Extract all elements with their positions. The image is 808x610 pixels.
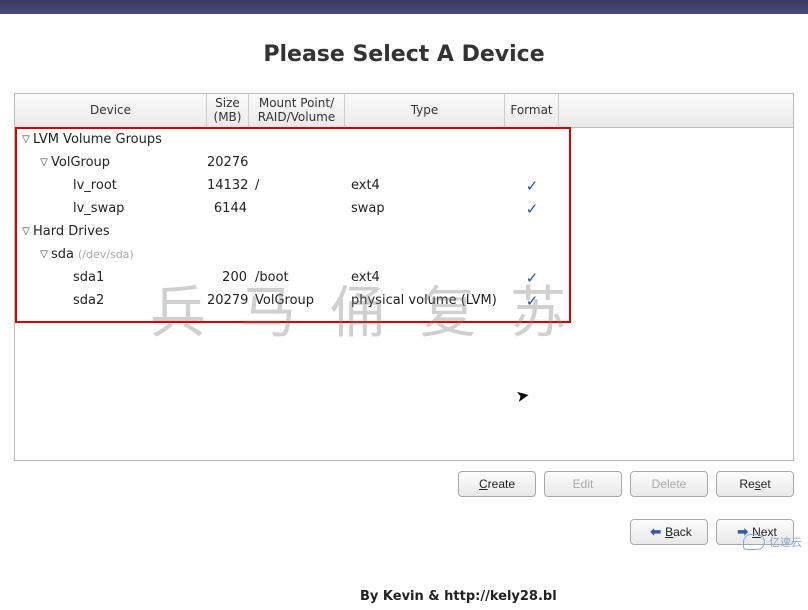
part-name: sda1	[15, 270, 207, 285]
table-header: Device Size (MB) Mount Point/ RAID/Volum…	[15, 94, 793, 128]
expand-icon[interactable]: ▽	[19, 134, 33, 145]
check-icon: ✓	[505, 269, 559, 287]
table-body: ▽LVM Volume Groups ▽VolGroup 20276 lv_ro…	[15, 128, 793, 312]
lv-name: lv_swap	[15, 201, 207, 216]
col-type[interactable]: Type	[345, 94, 505, 127]
credit-text: By Kevin & http://kely28.bl	[360, 589, 557, 604]
action-buttons: Create Edit Delete Reset	[14, 471, 794, 497]
reset-button[interactable]: Reset	[716, 471, 794, 497]
lv-type: ext4	[345, 178, 505, 193]
window-titlebar	[0, 0, 808, 14]
brand-label: 亿速云	[769, 534, 802, 550]
lv-type: swap	[345, 201, 505, 216]
delete-button[interactable]: Delete	[630, 471, 708, 497]
table-row[interactable]: lv_swap 6144 swap ✓	[15, 197, 793, 220]
arrow-left-icon: ⬅	[650, 524, 661, 540]
expand-icon[interactable]: ▽	[37, 157, 51, 168]
part-type: physical volume (LVM)	[345, 293, 505, 308]
col-device[interactable]: Device	[15, 94, 207, 127]
check-icon: ✓	[505, 292, 559, 310]
col-format[interactable]: Format	[505, 94, 559, 127]
part-name: sda2	[15, 293, 207, 308]
check-icon: ✓	[505, 200, 559, 218]
lv-name: lv_root	[15, 178, 207, 193]
disk-path: (/dev/sda)	[78, 248, 134, 261]
part-mount: VolGroup	[249, 293, 345, 308]
volgroup-size: 20276	[207, 155, 249, 170]
table-row[interactable]: sda1 200 /boot ext4 ✓	[15, 266, 793, 289]
part-size: 20279	[207, 293, 249, 308]
col-size[interactable]: Size (MB)	[207, 94, 249, 127]
col-spacer	[559, 94, 793, 127]
device-table: Device Size (MB) Mount Point/ RAID/Volum…	[14, 93, 794, 461]
back-button[interactable]: ⬅Back	[630, 519, 708, 545]
expand-icon[interactable]: ▽	[19, 226, 33, 237]
group-label: LVM Volume Groups	[33, 132, 162, 147]
volgroup-name: VolGroup	[51, 155, 110, 170]
part-type: ext4	[345, 270, 505, 285]
page-title: Please Select A Device	[0, 42, 808, 67]
expand-icon[interactable]: ▽	[37, 249, 51, 260]
part-mount: /boot	[249, 270, 345, 285]
brand-badge: 亿速云	[743, 534, 802, 550]
lv-size: 14132	[207, 178, 249, 193]
disk-row[interactable]: ▽sda (/dev/sda)	[15, 243, 793, 266]
table-row[interactable]: lv_root 14132 / ext4 ✓	[15, 174, 793, 197]
col-mount[interactable]: Mount Point/ RAID/Volume	[249, 94, 345, 127]
disk-name: sda	[51, 247, 74, 262]
check-icon: ✓	[505, 177, 559, 195]
edit-button[interactable]: Edit	[544, 471, 622, 497]
table-row[interactable]: sda2 20279 VolGroup physical volume (LVM…	[15, 289, 793, 312]
lv-size: 6144	[207, 201, 249, 216]
group-label: Hard Drives	[33, 224, 110, 239]
create-button[interactable]: Create	[458, 471, 536, 497]
nav-buttons: ⬅Back ➡Next	[14, 519, 794, 545]
part-size: 200	[207, 270, 249, 285]
group-harddrives[interactable]: ▽Hard Drives	[15, 220, 793, 243]
group-lvm[interactable]: ▽LVM Volume Groups	[15, 128, 793, 151]
cloud-icon	[743, 534, 765, 550]
volgroup-row[interactable]: ▽VolGroup 20276	[15, 151, 793, 174]
lv-mount: /	[249, 178, 345, 193]
